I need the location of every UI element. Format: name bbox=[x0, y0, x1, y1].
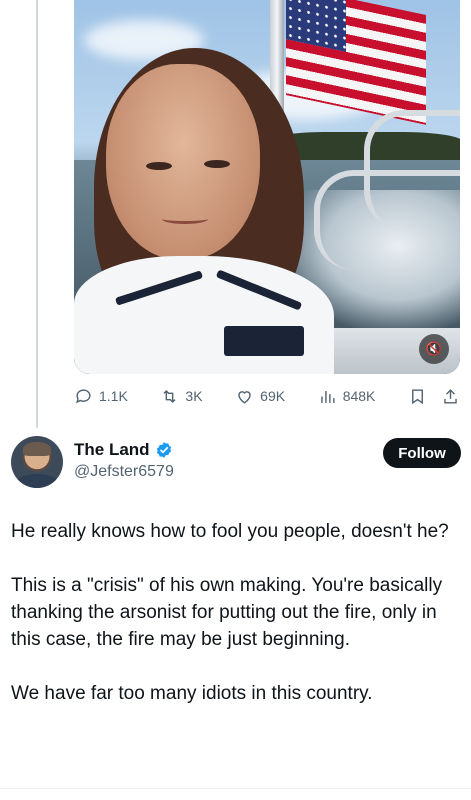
like-button[interactable]: 69K bbox=[235, 387, 285, 406]
thread-connector-line bbox=[36, 0, 38, 428]
post-paragraph: We have far too many idiots in this coun… bbox=[11, 683, 373, 704]
post-paragraph: He really knows how to fool you people, … bbox=[11, 521, 449, 542]
follow-button[interactable]: Follow bbox=[383, 438, 461, 468]
bookmark-icon bbox=[412, 388, 423, 404]
divider bbox=[0, 788, 471, 789]
repost-button[interactable]: 3K bbox=[160, 387, 203, 406]
post-body: He really knows how to fool you people, … bbox=[11, 518, 463, 707]
share-icon bbox=[444, 388, 457, 404]
author-handle[interactable]: @Jefster6579 bbox=[74, 463, 174, 481]
views-count: 848K bbox=[342, 388, 376, 404]
boat-railing bbox=[314, 170, 460, 270]
views-icon bbox=[320, 390, 335, 403]
author-name[interactable]: The Land bbox=[74, 440, 150, 460]
post-paragraph: This is a "crisis" of his own making. Yo… bbox=[11, 575, 443, 650]
mute-toggle-button[interactable]: 🔇 bbox=[419, 334, 449, 364]
share-button[interactable] bbox=[441, 387, 460, 406]
like-icon bbox=[238, 390, 251, 404]
engagement-bar: 1.1K 3K 69K 848K bbox=[74, 382, 460, 410]
speaker-muted-icon: 🔇 bbox=[425, 341, 443, 357]
author-name-row: The Land bbox=[74, 440, 173, 460]
verified-badge-icon bbox=[156, 442, 171, 458]
video-player[interactable]: 🔇 bbox=[74, 0, 460, 374]
reply-button[interactable]: 1.1K bbox=[74, 387, 128, 406]
reply-icon bbox=[76, 388, 91, 403]
post-author-header: The Land @Jefster6579 Follow bbox=[11, 436, 461, 492]
avatar[interactable] bbox=[11, 436, 63, 488]
reply-count: 1.1K bbox=[99, 388, 128, 404]
bookmark-button[interactable] bbox=[408, 387, 427, 406]
person-face bbox=[106, 64, 260, 260]
repost-count: 3K bbox=[185, 388, 203, 404]
views-button[interactable]: 848K bbox=[318, 387, 376, 406]
person-sailor-collar bbox=[74, 256, 334, 374]
repost-icon bbox=[163, 389, 176, 403]
like-count: 69K bbox=[260, 388, 286, 404]
